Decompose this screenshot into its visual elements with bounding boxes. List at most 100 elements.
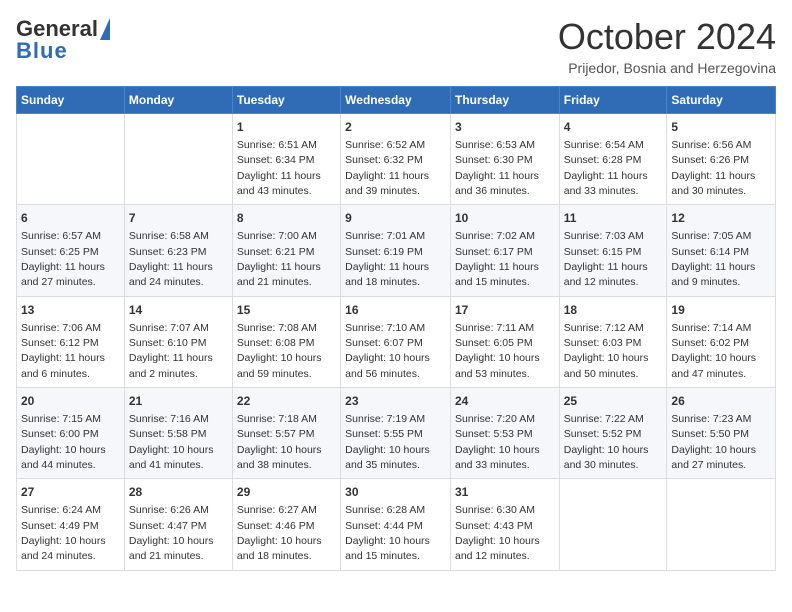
day-number: 22 bbox=[237, 393, 336, 410]
calendar-cell: 9Sunrise: 7:01 AMSunset: 6:19 PMDaylight… bbox=[341, 205, 451, 296]
sunset-text: Sunset: 6:02 PM bbox=[671, 337, 749, 349]
daylight-text: Daylight: 10 hours and 41 minutes. bbox=[129, 444, 214, 471]
location: Prijedor, Bosnia and Herzegovina bbox=[558, 60, 776, 76]
sunrise-text: Sunrise: 6:27 AM bbox=[237, 504, 317, 516]
day-number: 27 bbox=[21, 484, 120, 501]
sunrise-text: Sunrise: 7:18 AM bbox=[237, 413, 317, 425]
daylight-text: Daylight: 11 hours and 9 minutes. bbox=[671, 261, 755, 288]
calendar-cell: 17Sunrise: 7:11 AMSunset: 6:05 PMDayligh… bbox=[450, 296, 559, 387]
calendar-table: SundayMondayTuesdayWednesdayThursdayFrid… bbox=[16, 86, 776, 571]
sunrise-text: Sunrise: 6:26 AM bbox=[129, 504, 209, 516]
sunset-text: Sunset: 6:30 PM bbox=[455, 154, 533, 166]
sunset-text: Sunset: 4:44 PM bbox=[345, 520, 423, 532]
sunrise-text: Sunrise: 7:05 AM bbox=[671, 230, 751, 242]
day-number: 1 bbox=[237, 119, 336, 136]
sunrise-text: Sunrise: 7:19 AM bbox=[345, 413, 425, 425]
day-of-week-header: Thursday bbox=[450, 87, 559, 114]
calendar-cell: 21Sunrise: 7:16 AMSunset: 5:58 PMDayligh… bbox=[124, 388, 232, 479]
calendar-week-row: 13Sunrise: 7:06 AMSunset: 6:12 PMDayligh… bbox=[17, 296, 776, 387]
calendar-cell: 5Sunrise: 6:56 AMSunset: 6:26 PMDaylight… bbox=[667, 114, 776, 205]
day-of-week-header: Saturday bbox=[667, 87, 776, 114]
day-number: 11 bbox=[564, 210, 663, 227]
calendar-cell: 8Sunrise: 7:00 AMSunset: 6:21 PMDaylight… bbox=[232, 205, 340, 296]
day-number: 8 bbox=[237, 210, 336, 227]
sunrise-text: Sunrise: 7:12 AM bbox=[564, 322, 644, 334]
sunrise-text: Sunrise: 6:28 AM bbox=[345, 504, 425, 516]
calendar-cell: 30 Sunrise: 6:28 AM Sunset: 4:44 PM Dayligh… bbox=[341, 479, 451, 570]
sunrise-text: Sunrise: 7:16 AM bbox=[129, 413, 209, 425]
sunrise-text: Sunrise: 7:22 AM bbox=[564, 413, 644, 425]
sunrise-text: Sunrise: 6:51 AM bbox=[237, 139, 317, 151]
sunset-text: Sunset: 5:57 PM bbox=[237, 428, 315, 440]
daylight-text: Daylight: 10 hours and 12 minutes. bbox=[455, 535, 540, 562]
daylight-text: Daylight: 11 hours and 30 minutes. bbox=[671, 170, 755, 197]
day-number: 4 bbox=[564, 119, 663, 136]
calendar-cell bbox=[124, 114, 232, 205]
calendar-week-row: 1Sunrise: 6:51 AMSunset: 6:34 PMDaylight… bbox=[17, 114, 776, 205]
daylight-text: Daylight: 10 hours and 56 minutes. bbox=[345, 352, 430, 379]
sunset-text: Sunset: 6:15 PM bbox=[564, 246, 642, 258]
day-number: 12 bbox=[671, 210, 771, 227]
day-number: 26 bbox=[671, 393, 771, 410]
calendar-cell: 27Sunrise: 6:24 AMSunset: 4:49 PMDayligh… bbox=[17, 479, 125, 570]
day-number: 30 bbox=[345, 484, 446, 501]
daylight-text: Daylight: 11 hours and 36 minutes. bbox=[455, 170, 539, 197]
daylight-text: Daylight: 11 hours and 12 minutes. bbox=[564, 261, 648, 288]
calendar-cell: 31Sunrise: 6:30 AMSunset: 4:43 PMDayligh… bbox=[450, 479, 559, 570]
day-number: 17 bbox=[455, 302, 555, 319]
daylight-text: Daylight: 11 hours and 43 minutes. bbox=[237, 170, 321, 197]
sunset-text: Sunset: 4:43 PM bbox=[455, 520, 533, 532]
sunset-text: Sunset: 6:03 PM bbox=[564, 337, 642, 349]
calendar-cell bbox=[667, 479, 776, 570]
calendar-header-row: SundayMondayTuesdayWednesdayThursdayFrid… bbox=[17, 87, 776, 114]
sunrise-text: Sunrise: 7:20 AM bbox=[455, 413, 535, 425]
day-number: 25 bbox=[564, 393, 663, 410]
daylight-text: Daylight: 10 hours and 30 minutes. bbox=[564, 444, 649, 471]
sunrise-text: Sunrise: 7:15 AM bbox=[21, 413, 101, 425]
calendar-week-row: 6Sunrise: 6:57 AMSunset: 6:25 PMDaylight… bbox=[17, 205, 776, 296]
sunrise-text: Sunrise: 6:30 AM bbox=[455, 504, 535, 516]
sunset-text: Sunset: 6:23 PM bbox=[129, 246, 207, 258]
sunset-text: Sunset: 6:17 PM bbox=[455, 246, 533, 258]
daylight-text: Daylight: 11 hours and 6 minutes. bbox=[21, 352, 105, 379]
day-number: 15 bbox=[237, 302, 336, 319]
day-number: 29 bbox=[237, 484, 336, 501]
calendar-cell: 1Sunrise: 6:51 AMSunset: 6:34 PMDaylight… bbox=[232, 114, 340, 205]
day-number: 28 bbox=[129, 484, 228, 501]
daylight-text: Daylight: 10 hours and 18 minutes. bbox=[237, 535, 322, 562]
sunset-text: Sunset: 4:49 PM bbox=[21, 520, 99, 532]
sunset-text: Sunset: 5:52 PM bbox=[564, 428, 642, 440]
sunrise-text: Sunrise: 6:57 AM bbox=[21, 230, 101, 242]
day-number: 23 bbox=[345, 393, 446, 410]
calendar-cell: 20Sunrise: 7:15 AMSunset: 6:00 PMDayligh… bbox=[17, 388, 125, 479]
calendar-cell: 14Sunrise: 7:07 AMSunset: 6:10 PMDayligh… bbox=[124, 296, 232, 387]
sunset-text: Sunset: 6:14 PM bbox=[671, 246, 749, 258]
sunrise-text: Sunrise: 7:03 AM bbox=[564, 230, 644, 242]
day-number: 20 bbox=[21, 393, 120, 410]
logo: General Blue bbox=[16, 16, 110, 64]
daylight-text: Daylight: 10 hours and 59 minutes. bbox=[237, 352, 322, 379]
day-number: 19 bbox=[671, 302, 771, 319]
calendar-week-row: 27 Sunrise: 6:24 AM Sunset: 4:49 PM Dayligh… bbox=[17, 479, 776, 570]
sunrise-text: Sunrise: 7:01 AM bbox=[345, 230, 425, 242]
daylight-text: Daylight: 10 hours and 50 minutes. bbox=[564, 352, 649, 379]
day-number: 16 bbox=[345, 302, 446, 319]
daylight-text: Daylight: 11 hours and 18 minutes. bbox=[345, 261, 429, 288]
calendar-cell: 6Sunrise: 6:57 AMSunset: 6:25 PMDaylight… bbox=[17, 205, 125, 296]
sunrise-text: Sunrise: 7:11 AM bbox=[455, 322, 534, 334]
calendar-week-row: 20Sunrise: 7:15 AMSunset: 6:00 PMDayligh… bbox=[17, 388, 776, 479]
daylight-text: Daylight: 10 hours and 33 minutes. bbox=[455, 444, 540, 471]
sunrise-text: Sunrise: 6:24 AM bbox=[21, 504, 101, 516]
sunrise-text: Sunrise: 7:23 AM bbox=[671, 413, 751, 425]
sunset-text: Sunset: 6:19 PM bbox=[345, 246, 423, 258]
sunset-text: Sunset: 6:26 PM bbox=[671, 154, 749, 166]
sunset-text: Sunset: 6:21 PM bbox=[237, 246, 315, 258]
day-number: 14 bbox=[129, 302, 228, 319]
sunrise-text: Sunrise: 6:58 AM bbox=[129, 230, 209, 242]
daylight-text: Daylight: 10 hours and 53 minutes. bbox=[455, 352, 540, 379]
sunrise-text: Sunrise: 6:54 AM bbox=[564, 139, 644, 151]
calendar-cell: 7Sunrise: 6:58 AMSunset: 6:23 PMDaylight… bbox=[124, 205, 232, 296]
daylight-text: Daylight: 10 hours and 15 minutes. bbox=[345, 535, 430, 562]
daylight-text: Daylight: 11 hours and 24 minutes. bbox=[129, 261, 213, 288]
daylight-text: Daylight: 11 hours and 33 minutes. bbox=[564, 170, 648, 197]
